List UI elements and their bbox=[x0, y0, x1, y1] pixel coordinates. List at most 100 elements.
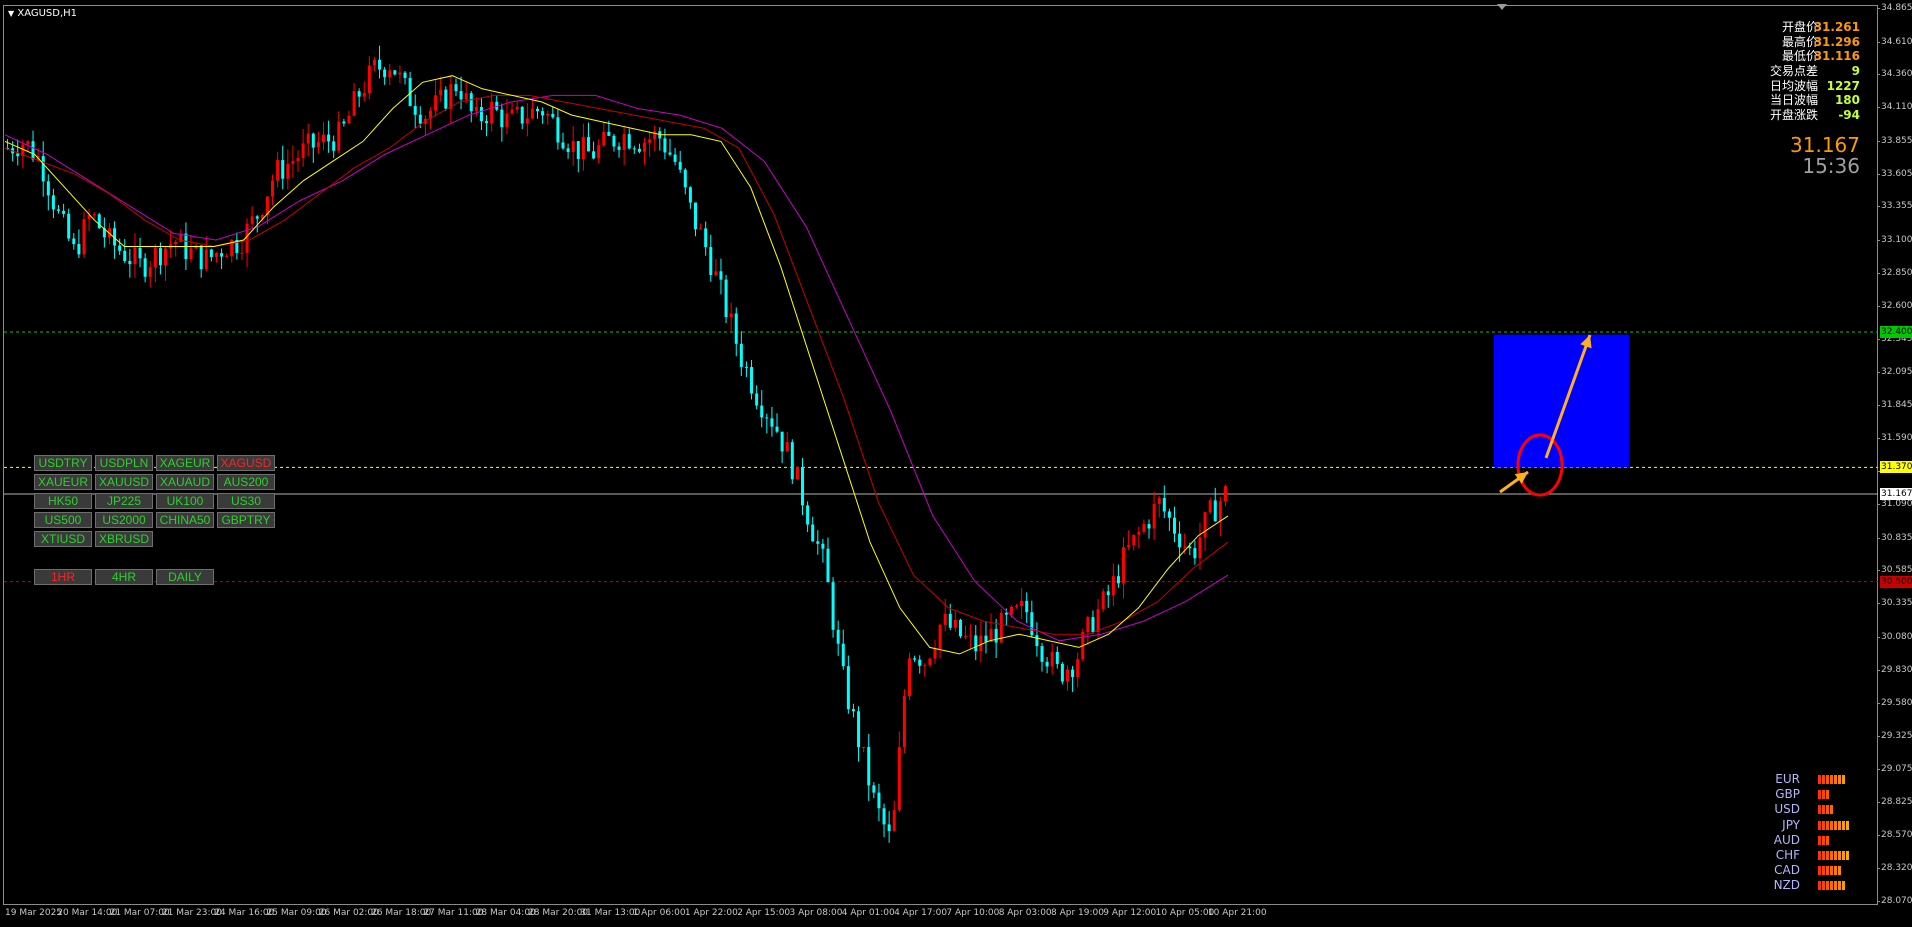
symbol-button-us2000[interactable]: US2000 bbox=[95, 512, 153, 528]
candle-body bbox=[1055, 651, 1059, 664]
strength-bar bbox=[1846, 820, 1849, 830]
info-label: 当日波幅 bbox=[1769, 93, 1818, 108]
candle-body bbox=[362, 93, 366, 97]
time-tick-label: 26 Mar 02:00 bbox=[318, 908, 379, 918]
candle-body bbox=[327, 134, 331, 142]
candle-body bbox=[958, 619, 962, 637]
symbol-button-gbptry[interactable]: GBPTRY bbox=[217, 512, 275, 528]
candle-body bbox=[97, 214, 101, 229]
candle-body bbox=[979, 635, 983, 652]
timeframe-button-daily[interactable]: DAILY bbox=[156, 569, 214, 585]
symbol-button-xbrusd[interactable]: XBRUSD bbox=[95, 531, 153, 547]
candle-body bbox=[118, 245, 122, 251]
candle-body bbox=[1142, 524, 1146, 532]
symbol-button-jp225[interactable]: JP225 bbox=[95, 493, 153, 509]
time-tick-label: 28 Mar 04:00 bbox=[475, 908, 536, 918]
strength-bar bbox=[1818, 835, 1821, 845]
symbol-timeframe-label: XAGUSD,H1 bbox=[17, 8, 78, 19]
time-axis[interactable]: 19 Mar 2025 20 Mar 14:00 21 Mar 07:00 21 Ma… bbox=[3, 905, 1879, 927]
info-label: 开盘涨跌 bbox=[1769, 108, 1818, 123]
candle-body bbox=[148, 267, 152, 277]
time-tick-label: 9 Apr 12:00 bbox=[1103, 908, 1157, 918]
candle-body bbox=[683, 169, 687, 188]
candle-body bbox=[1071, 669, 1075, 678]
candle-body bbox=[897, 747, 901, 811]
chart-scroll-marker-icon[interactable] bbox=[1497, 4, 1507, 10]
strength-bars bbox=[1818, 820, 1849, 830]
symbol-button-usdpln[interactable]: USDPLN bbox=[95, 455, 153, 471]
candle-body bbox=[413, 105, 417, 115]
candle-body bbox=[556, 117, 560, 143]
candle-body bbox=[1203, 512, 1207, 538]
strength-bars bbox=[1818, 805, 1833, 815]
candle-body bbox=[490, 101, 494, 124]
candle-body bbox=[143, 258, 147, 277]
candle-body bbox=[586, 137, 590, 152]
candle-body bbox=[943, 613, 947, 625]
candle-body bbox=[536, 108, 540, 112]
symbol-button-uk100[interactable]: UK100 bbox=[156, 493, 214, 509]
symbol-button-aus200[interactable]: AUS200 bbox=[217, 474, 275, 490]
candle-body bbox=[699, 228, 703, 230]
candle-body bbox=[311, 133, 315, 148]
candle-body bbox=[469, 93, 473, 112]
candle-body bbox=[678, 161, 682, 170]
candle-body bbox=[780, 431, 784, 452]
price-tick-label: 32.600 bbox=[1877, 300, 1912, 311]
candle-body bbox=[974, 635, 978, 652]
strength-bar bbox=[1842, 775, 1845, 784]
candle-body bbox=[724, 279, 728, 318]
symbol-button-hk50[interactable]: HK50 bbox=[34, 493, 92, 509]
candle-body bbox=[714, 271, 718, 275]
candle-body bbox=[923, 664, 927, 666]
candle-body bbox=[62, 210, 66, 214]
strength-bar bbox=[1838, 820, 1841, 830]
candle-body bbox=[530, 108, 534, 119]
candle-body bbox=[281, 160, 285, 179]
candle-body bbox=[637, 148, 641, 152]
candle-body bbox=[255, 216, 259, 219]
candle-body bbox=[1218, 501, 1222, 522]
candle-body bbox=[449, 84, 453, 109]
timeframe-button-4hr[interactable]: 4HR bbox=[95, 569, 153, 585]
triangle-down-icon[interactable]: ▼ bbox=[8, 9, 14, 18]
symbol-button-xauusd[interactable]: XAUUSD bbox=[95, 474, 153, 490]
candle-body bbox=[403, 72, 407, 79]
info-panel: 开盘价 31.261 最高价 31.296 最低价 31.116 交易点差 9 日均波幅 1227… bbox=[1720, 20, 1860, 123]
candle-body bbox=[128, 261, 132, 265]
symbol-button-us30[interactable]: US30 bbox=[217, 493, 275, 509]
candle-body bbox=[984, 635, 988, 642]
symbol-button-xageur[interactable]: XAGEUR bbox=[156, 455, 214, 471]
symbol-button-us500[interactable]: US500 bbox=[34, 512, 92, 528]
candle-body bbox=[592, 151, 596, 159]
candle-body bbox=[744, 366, 748, 368]
symbol-button-xtiusd[interactable]: XTIUSD bbox=[34, 531, 92, 547]
candle-body bbox=[189, 248, 193, 260]
candle-body bbox=[826, 548, 830, 583]
info-value: 1227 bbox=[1826, 78, 1860, 93]
strength-bar bbox=[1826, 805, 1829, 815]
candle-body bbox=[357, 91, 361, 97]
candle-body bbox=[316, 142, 320, 148]
candle-body bbox=[337, 121, 341, 151]
chart-window[interactable]: ▼ XAGUSD,H1 开盘价 31.261 最高价 31.296 最低价 31.116 交… bbox=[0, 0, 1912, 927]
price-chart-svg[interactable] bbox=[0, 0, 1912, 927]
time-tick-label: 21 Mar 07:00 bbox=[109, 908, 170, 918]
symbol-button-china50[interactable]: CHINA50 bbox=[156, 512, 214, 528]
symbol-button-xauaud[interactable]: XAUAUD bbox=[156, 474, 214, 490]
symbol-button-xaueur[interactable]: XAUEUR bbox=[34, 474, 92, 490]
price-tick-label: 29.580 bbox=[1877, 697, 1912, 708]
symbol-button-xagusd[interactable]: XAGUSD bbox=[217, 455, 275, 471]
price-level-label: 31.370 bbox=[1880, 461, 1912, 474]
timeframe-button-1hr[interactable]: 1HR bbox=[34, 569, 92, 585]
info-value: -94 bbox=[1838, 108, 1860, 123]
candle-body bbox=[953, 619, 957, 628]
symbol-button-usdtry[interactable]: USDTRY bbox=[34, 455, 92, 471]
candle-body bbox=[510, 109, 514, 114]
candle-body bbox=[938, 624, 942, 649]
candle-body bbox=[1086, 617, 1090, 633]
price-level-label: 30.500 bbox=[1880, 575, 1912, 588]
candle-body bbox=[372, 59, 376, 66]
price-axis[interactable]: 34.865 34.610 34.360 34.110 33.855 33.605 33.3… bbox=[1877, 3, 1912, 906]
candle-body bbox=[846, 666, 850, 710]
